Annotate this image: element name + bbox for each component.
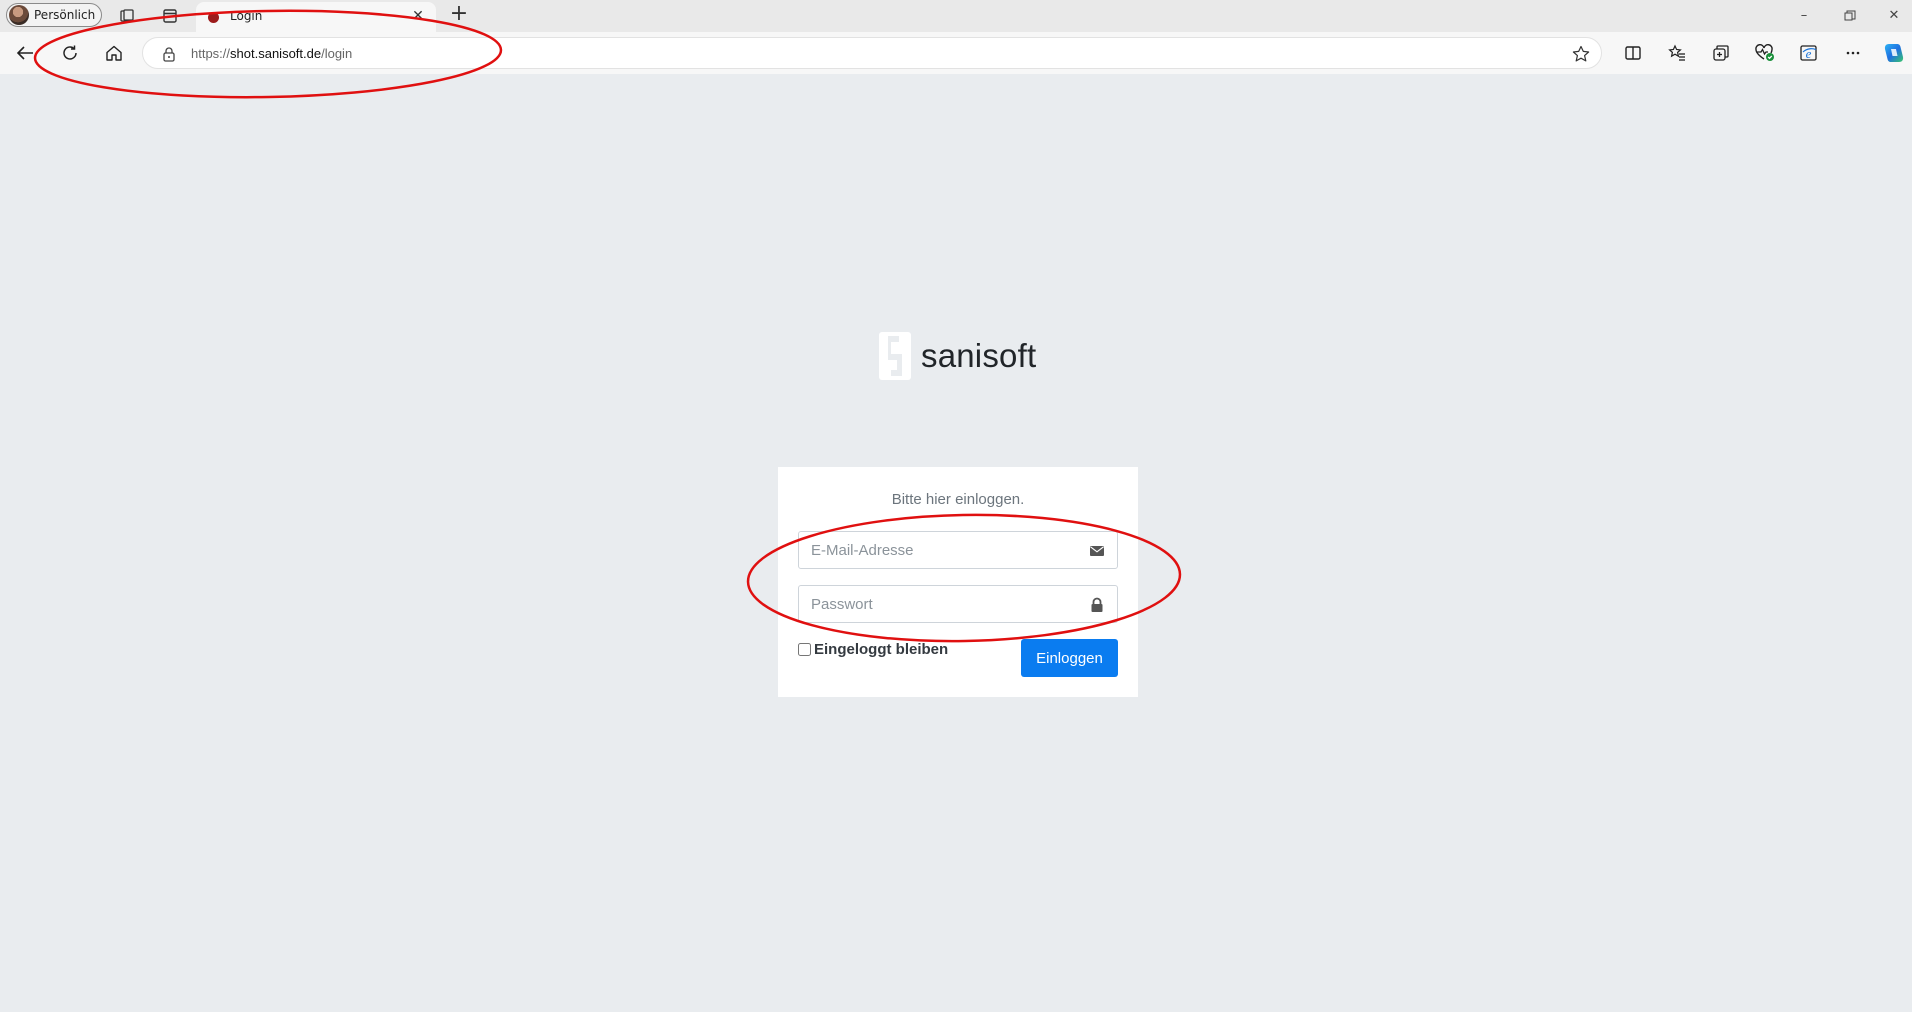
email-input[interactable] (799, 532, 1079, 568)
new-tab-icon[interactable]: + (448, 3, 470, 26)
password-field[interactable] (798, 585, 1118, 623)
split-screen-icon[interactable] (1621, 41, 1645, 65)
remember-me[interactable]: Eingeloggt bleiben (798, 641, 948, 658)
favorites-icon[interactable] (1665, 41, 1689, 65)
url-path: /login (321, 46, 353, 61)
tab-title: Login (230, 9, 263, 23)
copilot-icon[interactable] (1882, 41, 1906, 65)
browser-tab-bar: Persönlich Login ✕ + – ✕ (0, 0, 1912, 32)
tab-login[interactable]: Login ✕ (196, 2, 436, 32)
url-host: shot.sanisoft.de (230, 46, 322, 61)
login-button[interactable]: Einloggen (1021, 639, 1118, 677)
internet-explorer-mode-icon[interactable]: e (1797, 41, 1821, 65)
restore-icon[interactable] (1840, 6, 1860, 26)
browser-toolbar: https://shot.sanisoft.de/login e (0, 32, 1912, 74)
minimize-icon[interactable]: – (1794, 6, 1814, 26)
sanisoft-logo-icon (879, 332, 911, 380)
remember-checkbox[interactable] (798, 643, 811, 656)
avatar (9, 5, 29, 25)
favorite-star-icon[interactable] (1571, 44, 1591, 64)
email-field[interactable] (798, 531, 1118, 569)
reload-icon[interactable] (58, 41, 82, 65)
back-icon[interactable] (13, 41, 37, 65)
tab-actions-icon[interactable] (161, 7, 179, 25)
brand-name: sanisoft (921, 337, 1037, 374)
more-options-icon[interactable] (1841, 41, 1865, 65)
profile-button[interactable]: Persönlich (6, 3, 102, 27)
brand-header: sanisoft (879, 332, 1036, 380)
site-favicon-icon (208, 12, 219, 23)
workspaces-icon[interactable] (118, 7, 136, 25)
url-prefix: https:// (191, 46, 231, 61)
lock-icon[interactable] (161, 46, 177, 62)
tab-close-icon[interactable]: ✕ (410, 8, 426, 24)
remember-label: Eingeloggt bleiben (814, 641, 949, 658)
browser-essentials-icon[interactable] (1753, 41, 1777, 65)
password-input[interactable] (799, 586, 1079, 622)
close-window-icon[interactable]: ✕ (1884, 6, 1904, 26)
url-text[interactable]: https://shot.sanisoft.de/login (191, 46, 352, 61)
envelope-icon (1090, 546, 1104, 556)
padlock-icon (1091, 597, 1103, 612)
collections-icon[interactable] (1709, 41, 1733, 65)
profile-label: Persönlich (34, 8, 96, 22)
address-bar[interactable]: https://shot.sanisoft.de/login (142, 37, 1602, 69)
login-message: Bitte hier einloggen. (891, 491, 1025, 508)
login-card: Bitte hier einloggen. Eingeloggt bleiben… (778, 467, 1138, 697)
home-icon[interactable] (102, 41, 126, 65)
